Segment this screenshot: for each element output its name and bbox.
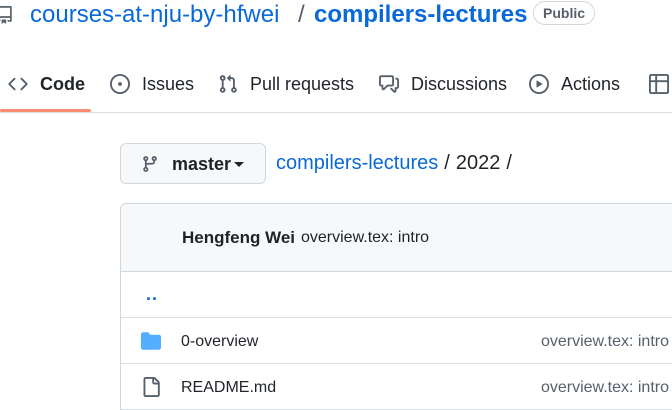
commit-author-link[interactable]: Hengfeng Wei [182, 228, 295, 248]
file-row[interactable]: 0-overview overview.tex: intro [121, 318, 672, 364]
visibility-badge: Public [533, 1, 596, 25]
issue-icon [110, 74, 130, 94]
discussion-icon [379, 75, 399, 93]
parent-directory-row[interactable]: .. [121, 272, 672, 318]
repo-tabs: Code Issues Pull requests Discussions Ac… [0, 56, 672, 113]
code-icon [8, 77, 28, 91]
tab-actions[interactable]: Actions [529, 56, 620, 112]
breadcrumb-root-link[interactable]: compilers-lectures [276, 152, 438, 174]
file-name-link[interactable]: 0-overview [181, 333, 258, 351]
tab-code-label: Code [40, 73, 85, 94]
parent-directory-link[interactable]: .. [146, 284, 158, 305]
commit-message-link[interactable]: overview.tex: intro [301, 229, 429, 247]
play-icon [529, 74, 549, 94]
tab-discussions[interactable]: Discussions [379, 56, 507, 112]
tab-pull-requests[interactable]: Pull requests [218, 56, 354, 112]
folder-icon [141, 332, 161, 350]
breadcrumb-separator: / [444, 152, 450, 174]
tab-issues[interactable]: Issues [110, 56, 194, 112]
repo-owner-link[interactable]: courses-at-nju-by-hfwei [30, 1, 279, 29]
tab-discussions-label: Discussions [411, 73, 508, 94]
chevron-down-icon [234, 162, 244, 167]
breadcrumb-current: 2022 [455, 152, 501, 174]
branch-icon [143, 156, 157, 172]
branch-select-button[interactable]: master [120, 143, 266, 184]
repo-header: courses-at-nju-by-hfwei / compilers-lect… [0, 0, 672, 32]
repo-path-separator: / [298, 1, 305, 28]
tab-code[interactable]: Code [8, 56, 85, 112]
file-commit-message[interactable]: overview.tex: intro [541, 379, 669, 397]
tab-actions-label: Actions [561, 73, 621, 94]
repo-icon [0, 6, 12, 24]
tab-issues-label: Issues [142, 73, 195, 94]
repo-name-link[interactable]: compilers-lectures [314, 1, 527, 29]
active-tab-indicator [0, 109, 91, 112]
breadcrumb-trailing-separator: / [506, 152, 512, 174]
file-icon [143, 377, 160, 397]
breadcrumb: compilers-lectures /2022/ [276, 152, 518, 175]
pull-request-icon [219, 74, 237, 93]
tab-projects[interactable] [649, 56, 672, 112]
latest-commit-row: Hengfeng Wei overview.tex: intro [121, 204, 672, 272]
tab-pull-requests-label: Pull requests [250, 73, 355, 94]
branch-label: master [172, 154, 232, 174]
file-commit-message[interactable]: overview.tex: intro [541, 333, 669, 351]
table-icon [649, 74, 669, 94]
file-listing: Hengfeng Wei overview.tex: intro .. 0-ov… [120, 203, 672, 410]
repo-page: courses-at-nju-by-hfwei / compilers-lect… [0, 0, 672, 410]
file-row[interactable]: README.md overview.tex: intro [121, 364, 672, 410]
file-name-link[interactable]: README.md [181, 379, 276, 397]
